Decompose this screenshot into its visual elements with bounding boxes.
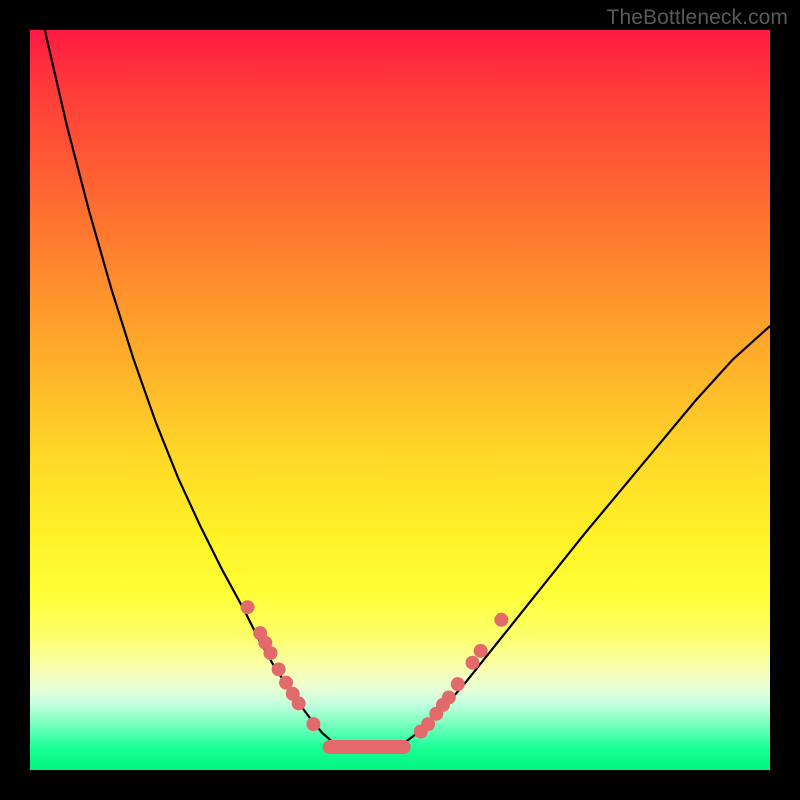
marker-dot — [442, 690, 456, 704]
marker-dot — [264, 646, 278, 660]
marker-dot — [272, 662, 286, 676]
marker-dot — [292, 696, 306, 710]
marker-dot — [306, 717, 320, 731]
chart-svg — [30, 30, 770, 770]
marker-dot — [451, 677, 465, 691]
marker-dot — [241, 600, 255, 614]
bottleneck-curve — [45, 30, 770, 752]
watermark-text: TheBottleneck.com — [607, 6, 788, 30]
marker-dot — [466, 656, 480, 670]
marker-dot — [474, 644, 488, 658]
chart-frame: TheBottleneck.com — [0, 0, 800, 800]
marker-dot — [494, 613, 508, 627]
plot-area — [30, 30, 770, 770]
